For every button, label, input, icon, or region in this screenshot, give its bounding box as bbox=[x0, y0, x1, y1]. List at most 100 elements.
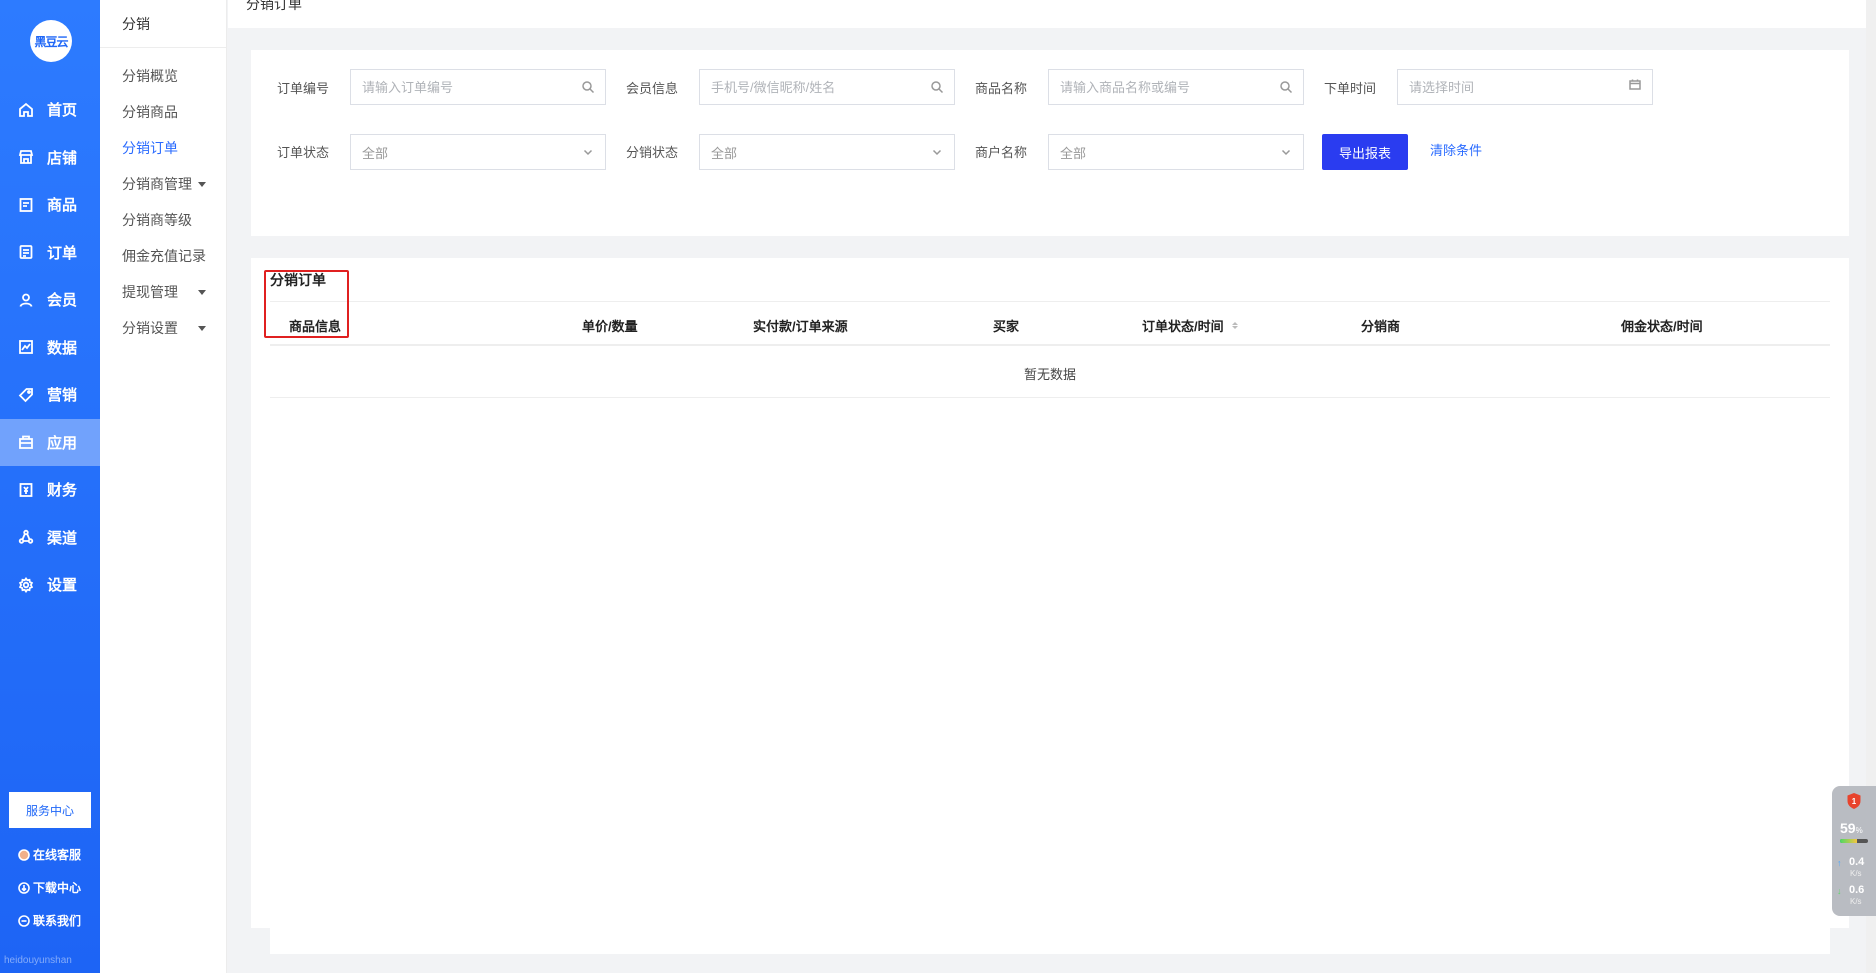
store-icon bbox=[18, 149, 34, 165]
main-nav: 首页 店铺 商品 订单 会员 数据 营销 应用 财务 渠道 设置 bbox=[0, 86, 100, 609]
nav-item-finance[interactable]: 财务 bbox=[0, 466, 100, 514]
col-header-status-time[interactable]: 订单状态/时间 bbox=[1142, 316, 1238, 335]
product-label: 商品名称 bbox=[975, 81, 1028, 96]
secondary-menu: 分销 分销概览 分销商品 分销订单 分销商管理 分销商等级 佣金充值记录 提现管… bbox=[100, 0, 227, 973]
col-header-payment-source: 实付款/订单来源 bbox=[753, 319, 848, 334]
download-unit: K/s bbox=[1850, 897, 1862, 906]
table-footer bbox=[270, 928, 1830, 954]
nav-item-label: 首页 bbox=[47, 102, 78, 120]
submenu-item-label: 分销概览 bbox=[122, 68, 178, 84]
order-time-input[interactable] bbox=[1409, 70, 1652, 104]
watermark-text: heidouyunshan bbox=[4, 955, 72, 966]
nav-item-channel[interactable]: 渠道 bbox=[0, 514, 100, 562]
product-input[interactable] bbox=[1060, 70, 1303, 104]
chat-icon bbox=[18, 914, 30, 927]
nav-item-home[interactable]: 首页 bbox=[0, 86, 100, 134]
col-header-label: 订单状态/时间 bbox=[1142, 319, 1224, 334]
nav-item-settings[interactable]: 设置 bbox=[0, 561, 100, 609]
submenu-item-distribution-settings[interactable]: 分销设置 bbox=[122, 318, 206, 338]
cpu-bar-fill bbox=[1840, 839, 1857, 843]
online-service-link[interactable]: 在线客服 bbox=[18, 846, 81, 863]
nav-item-member[interactable]: 会员 bbox=[0, 276, 100, 324]
user-icon bbox=[18, 292, 34, 308]
order-status-label: 订单状态 bbox=[277, 145, 330, 160]
download-icon bbox=[18, 881, 30, 894]
col-header-commission-status: 佣金状态/时间 bbox=[1621, 319, 1703, 334]
submenu-item-label: 分销商品 bbox=[122, 104, 178, 120]
submenu-item-distributor-management[interactable]: 分销商管理 bbox=[122, 174, 206, 194]
order-status-value: 全部 bbox=[362, 145, 389, 161]
chart-icon bbox=[18, 339, 34, 355]
export-report-button[interactable]: 导出报表 bbox=[1322, 134, 1408, 170]
member-label: 会员信息 bbox=[626, 81, 679, 96]
download-center-link[interactable]: 下载中心 bbox=[18, 879, 81, 896]
merchant-select[interactable]: 全部 bbox=[1048, 134, 1304, 170]
service-center-button[interactable]: 服务中心 bbox=[9, 792, 91, 828]
tag-icon bbox=[18, 387, 34, 403]
submenu-item-label: 分销商等级 bbox=[122, 212, 192, 228]
online-service-label: 在线客服 bbox=[33, 848, 82, 862]
chevron-down-icon bbox=[581, 145, 595, 159]
alert-count: 1 bbox=[1852, 797, 1857, 806]
nav-item-data[interactable]: 数据 bbox=[0, 324, 100, 372]
order-no-field[interactable] bbox=[350, 69, 606, 105]
chevron-down-icon bbox=[930, 145, 944, 159]
nav-item-order[interactable]: 订单 bbox=[0, 229, 100, 277]
submenu-item-label: 分销订单 bbox=[122, 140, 178, 156]
submenu-item-label: 提现管理 bbox=[122, 284, 178, 300]
member-input[interactable] bbox=[711, 70, 954, 104]
brand-logo[interactable]: 黑豆云 bbox=[30, 20, 72, 62]
order-no-input[interactable] bbox=[362, 70, 605, 104]
nav-item-label: 数据 bbox=[47, 339, 78, 357]
nav-item-store[interactable]: 店铺 bbox=[0, 134, 100, 182]
member-field[interactable] bbox=[699, 69, 955, 105]
dist-status-select[interactable]: 全部 bbox=[699, 134, 955, 170]
highlight-annotation-box bbox=[264, 270, 349, 338]
upload-unit: K/s bbox=[1850, 869, 1862, 878]
gear-icon bbox=[18, 576, 34, 593]
submenu-item-commission-recharge[interactable]: 佣金充值记录 bbox=[122, 246, 206, 266]
goods-icon bbox=[18, 197, 34, 213]
submenu-item-orders[interactable]: 分销订单 bbox=[122, 138, 178, 158]
top-header: 分销订单 bbox=[228, 0, 1868, 28]
page-title: 分销订单 bbox=[246, 0, 302, 12]
nav-item-label: 订单 bbox=[47, 244, 78, 262]
search-icon bbox=[930, 80, 944, 94]
sort-icon[interactable] bbox=[1231, 322, 1238, 329]
order-icon bbox=[18, 244, 34, 260]
contact-us-label: 联系我们 bbox=[33, 914, 82, 928]
divider bbox=[270, 301, 1830, 302]
avatar-icon bbox=[18, 848, 30, 861]
clear-filters-link[interactable]: 清除条件 bbox=[1430, 140, 1482, 159]
cpu-percent: 59% bbox=[1840, 820, 1863, 836]
product-field[interactable] bbox=[1048, 69, 1304, 105]
submenu-item-label: 分销设置 bbox=[122, 320, 178, 336]
dist-status-label: 分销状态 bbox=[626, 145, 679, 160]
caret-down-icon bbox=[198, 325, 206, 331]
merchant-value: 全部 bbox=[1060, 145, 1087, 161]
col-header-buyer: 买家 bbox=[993, 319, 1020, 334]
col-header-distributor: 分销商 bbox=[1361, 319, 1401, 334]
nav-item-app[interactable]: 应用 bbox=[0, 418, 100, 466]
order-time-field[interactable] bbox=[1397, 69, 1653, 105]
submenu-item-withdrawal[interactable]: 提现管理 bbox=[122, 282, 206, 302]
submenu-item-distributor-levels[interactable]: 分销商等级 bbox=[122, 210, 192, 230]
orders-table-panel: 分销订单 商品信息 单价/数量 实付款/订单来源 买家 订单状态/时间 分销商 … bbox=[251, 258, 1849, 928]
nav-item-label: 商品 bbox=[47, 197, 78, 215]
shield-icon: 1 bbox=[1847, 793, 1861, 809]
finance-icon bbox=[18, 482, 34, 498]
nav-item-label: 营销 bbox=[47, 387, 78, 405]
submenu-item-products[interactable]: 分销商品 bbox=[122, 102, 178, 122]
nav-item-marketing[interactable]: 营销 bbox=[0, 371, 100, 419]
cpu-percent-value: 59 bbox=[1840, 820, 1856, 836]
nav-item-label: 会员 bbox=[47, 292, 78, 310]
dist-status-value: 全部 bbox=[711, 145, 738, 161]
download-speed: 0.6 bbox=[1849, 884, 1865, 896]
submenu-item-overview[interactable]: 分销概览 bbox=[122, 66, 178, 86]
nav-item-label: 财务 bbox=[47, 482, 78, 500]
system-monitor-widget[interactable]: 1 59% ↑ 0.4 K/s ↓ 0.6 K/s bbox=[1832, 786, 1876, 916]
nav-item-goods[interactable]: 商品 bbox=[0, 181, 100, 229]
contact-us-link[interactable]: 联系我们 bbox=[18, 912, 81, 929]
cpu-bar bbox=[1840, 839, 1868, 843]
order-status-select[interactable]: 全部 bbox=[350, 134, 606, 170]
